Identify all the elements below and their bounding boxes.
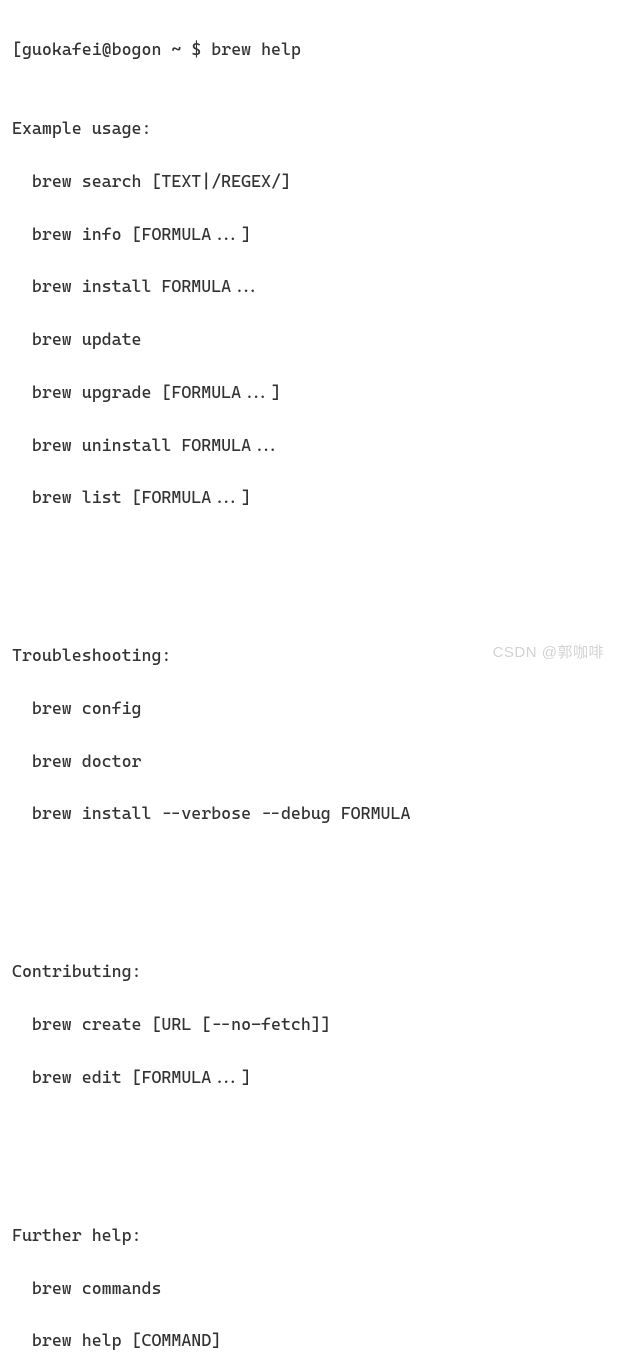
blank-line xyxy=(12,1143,610,1169)
prompt-host: bogon xyxy=(112,39,162,59)
output-line: brew install FORMULA... xyxy=(12,273,610,299)
output-line: brew info [FORMULA...] xyxy=(12,221,610,247)
output-line: brew install --verbose --debug FORMULA xyxy=(12,800,610,826)
output-line: brew commands xyxy=(12,1275,610,1301)
prompt-at: @ xyxy=(102,39,112,59)
prompt-line: [guokafei@bogon ~ $ brew help xyxy=(12,36,610,62)
prompt-cwd: ~ xyxy=(171,39,181,59)
output-line: brew edit [FORMULA...] xyxy=(12,1064,610,1090)
prompt-symbol: $ xyxy=(191,39,201,59)
output-line: brew create [URL [--no-fetch]] xyxy=(12,1011,610,1037)
output-line: brew update xyxy=(12,326,610,352)
section-further: Further help: brew commands brew help [C… xyxy=(12,1195,610,1352)
section-example: Example usage: brew search [TEXT|/REGEX/… xyxy=(12,89,610,537)
prompt-command: brew help xyxy=(211,39,301,59)
section-header: Further help: xyxy=(12,1222,610,1248)
prompt-user: guokafei xyxy=(22,39,102,59)
blank-line xyxy=(12,879,610,905)
output-line: brew doctor xyxy=(12,748,610,774)
output-line: brew search [TEXT|/REGEX/] xyxy=(12,168,610,194)
output-line: brew list [FORMULA...] xyxy=(12,484,610,510)
section-contributing: Contributing: brew create [URL [--no-fet… xyxy=(12,932,610,1116)
section-header: Example usage: xyxy=(12,115,610,141)
output-line: brew config xyxy=(12,695,610,721)
output-line: brew help [COMMAND] xyxy=(12,1327,610,1352)
blank-line xyxy=(12,563,610,589)
output-line: brew upgrade [FORMULA...] xyxy=(12,379,610,405)
watermark-text: CSDN @郭咖啡 xyxy=(493,641,604,664)
prompt-bracket: [ xyxy=(12,39,22,59)
output-line: brew uninstall FORMULA... xyxy=(12,432,610,458)
terminal-output: [guokafei@bogon ~ $ brew help Example us… xyxy=(12,10,610,1352)
section-header: Contributing: xyxy=(12,958,610,984)
